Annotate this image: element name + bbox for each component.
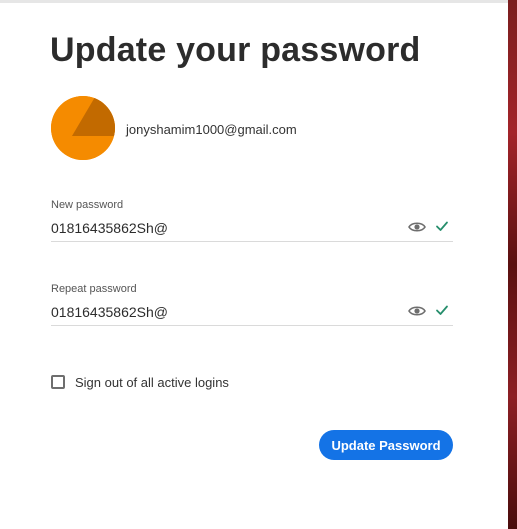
- new-password-input[interactable]: [51, 216, 401, 240]
- show-password-eye-icon[interactable]: [408, 304, 426, 318]
- update-password-panel: Update your password jonyshamim1000@gmai…: [0, 3, 508, 529]
- show-password-eye-icon[interactable]: [408, 220, 426, 234]
- valid-check-icon: [435, 219, 449, 233]
- new-password-label: New password: [51, 199, 124, 211]
- avatar: [51, 96, 115, 160]
- new-password-row: [51, 216, 453, 242]
- background-edge: [508, 0, 517, 529]
- sign-out-checkbox[interactable]: [51, 375, 65, 389]
- update-password-button[interactable]: Update Password: [319, 430, 453, 460]
- repeat-password-label: Repeat password: [51, 283, 137, 295]
- page-title: Update your password: [50, 31, 421, 69]
- sign-out-label[interactable]: Sign out of all active logins: [75, 375, 229, 390]
- repeat-password-input[interactable]: [51, 300, 401, 324]
- repeat-password-row: [51, 300, 453, 326]
- avatar-image: [51, 96, 115, 160]
- valid-check-icon: [435, 303, 449, 317]
- account-email: jonyshamim1000@gmail.com: [126, 122, 297, 137]
